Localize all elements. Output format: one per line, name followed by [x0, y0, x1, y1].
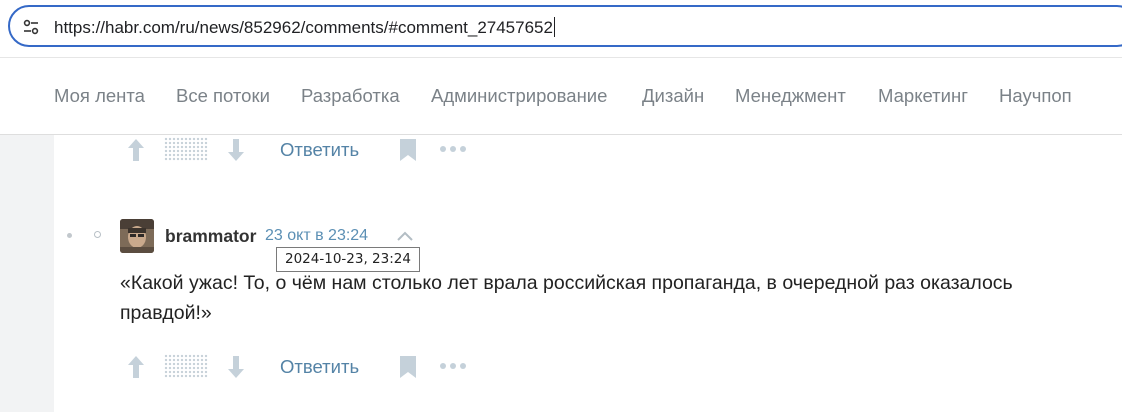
thread-level-dot [67, 233, 72, 238]
thread-level-circle[interactable] [94, 231, 101, 238]
comment-body: «Какой ужас! То, о чём нам столько лет в… [120, 272, 1013, 324]
more-icon[interactable] [439, 361, 467, 371]
nav-item-all-flows[interactable]: Все потоки [176, 85, 270, 107]
comment-actions-previous: Ответить [0, 135, 600, 165]
comment-author[interactable]: brammator [165, 226, 256, 247]
comment-time-link[interactable]: 23 окт в 23:24 [265, 227, 368, 245]
site-settings-icon[interactable] [22, 18, 40, 36]
rating-hidden [164, 354, 208, 378]
vote-up-icon[interactable] [126, 354, 146, 380]
avatar[interactable] [120, 219, 154, 253]
nav-item-my-feed[interactable]: Моя лента [54, 85, 145, 107]
timestamp-tooltip: 2024-10-23, 23:24 [276, 247, 420, 272]
bookmark-icon[interactable] [398, 137, 418, 163]
comments-section: Ответить brammator 23 окт в 23:24 «Какой… [0, 135, 1122, 412]
rating-hidden [164, 137, 208, 161]
vote-down-icon[interactable] [226, 354, 246, 380]
nav-item-design[interactable]: Дизайн [642, 85, 704, 107]
browser-address-bar-area: https://habr.com/ru/news/852962/comments… [0, 0, 1122, 58]
bookmark-icon[interactable] [398, 354, 418, 380]
url-input[interactable]: https://habr.com/ru/news/852962/comments… [8, 5, 1122, 47]
nav-item-marketing[interactable]: Маркетинг [878, 85, 968, 107]
comment-actions: Ответить [0, 352, 600, 382]
vote-down-icon[interactable] [226, 137, 246, 163]
reply-button[interactable]: Ответить [280, 356, 359, 378]
nav-item-development[interactable]: Разработка [301, 85, 400, 107]
vote-up-icon[interactable] [126, 137, 146, 163]
more-icon[interactable] [439, 144, 467, 154]
text-caret [553, 17, 555, 37]
reply-button[interactable]: Ответить [280, 139, 359, 161]
url-text: https://habr.com/ru/news/852962/comments… [54, 17, 555, 37]
chevron-up-icon[interactable] [396, 230, 414, 242]
nav-item-popsci[interactable]: Научпоп [999, 85, 1072, 107]
nav-item-administration[interactable]: Администрирование [431, 85, 607, 107]
hub-navigation: Моя лента Все потоки Разработка Админист… [0, 58, 1122, 135]
nav-item-management[interactable]: Менеджмент [735, 85, 846, 107]
